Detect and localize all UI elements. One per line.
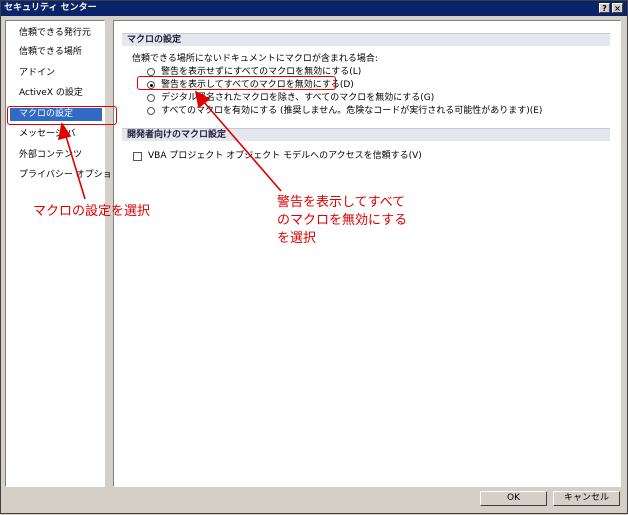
security-center-dialog: セキュリティ センター ? × 信頼できる発行元 信頼できる場所 アドイン Ac…: [0, 0, 628, 514]
arrow-head-left: [57, 121, 72, 141]
arrow-line-right: [202, 100, 282, 192]
annotation-arrows: [57, 90, 282, 200]
annotation-select-macro-settings: マクロの設定を選択: [33, 204, 151, 219]
annotation-line-1: 警告を表示してすべて: [277, 195, 406, 210]
annotation-line-2: のマクロを無効にする: [277, 213, 408, 228]
annotation-line-3: を選択: [277, 231, 317, 246]
arrow-line-left: [64, 132, 86, 200]
